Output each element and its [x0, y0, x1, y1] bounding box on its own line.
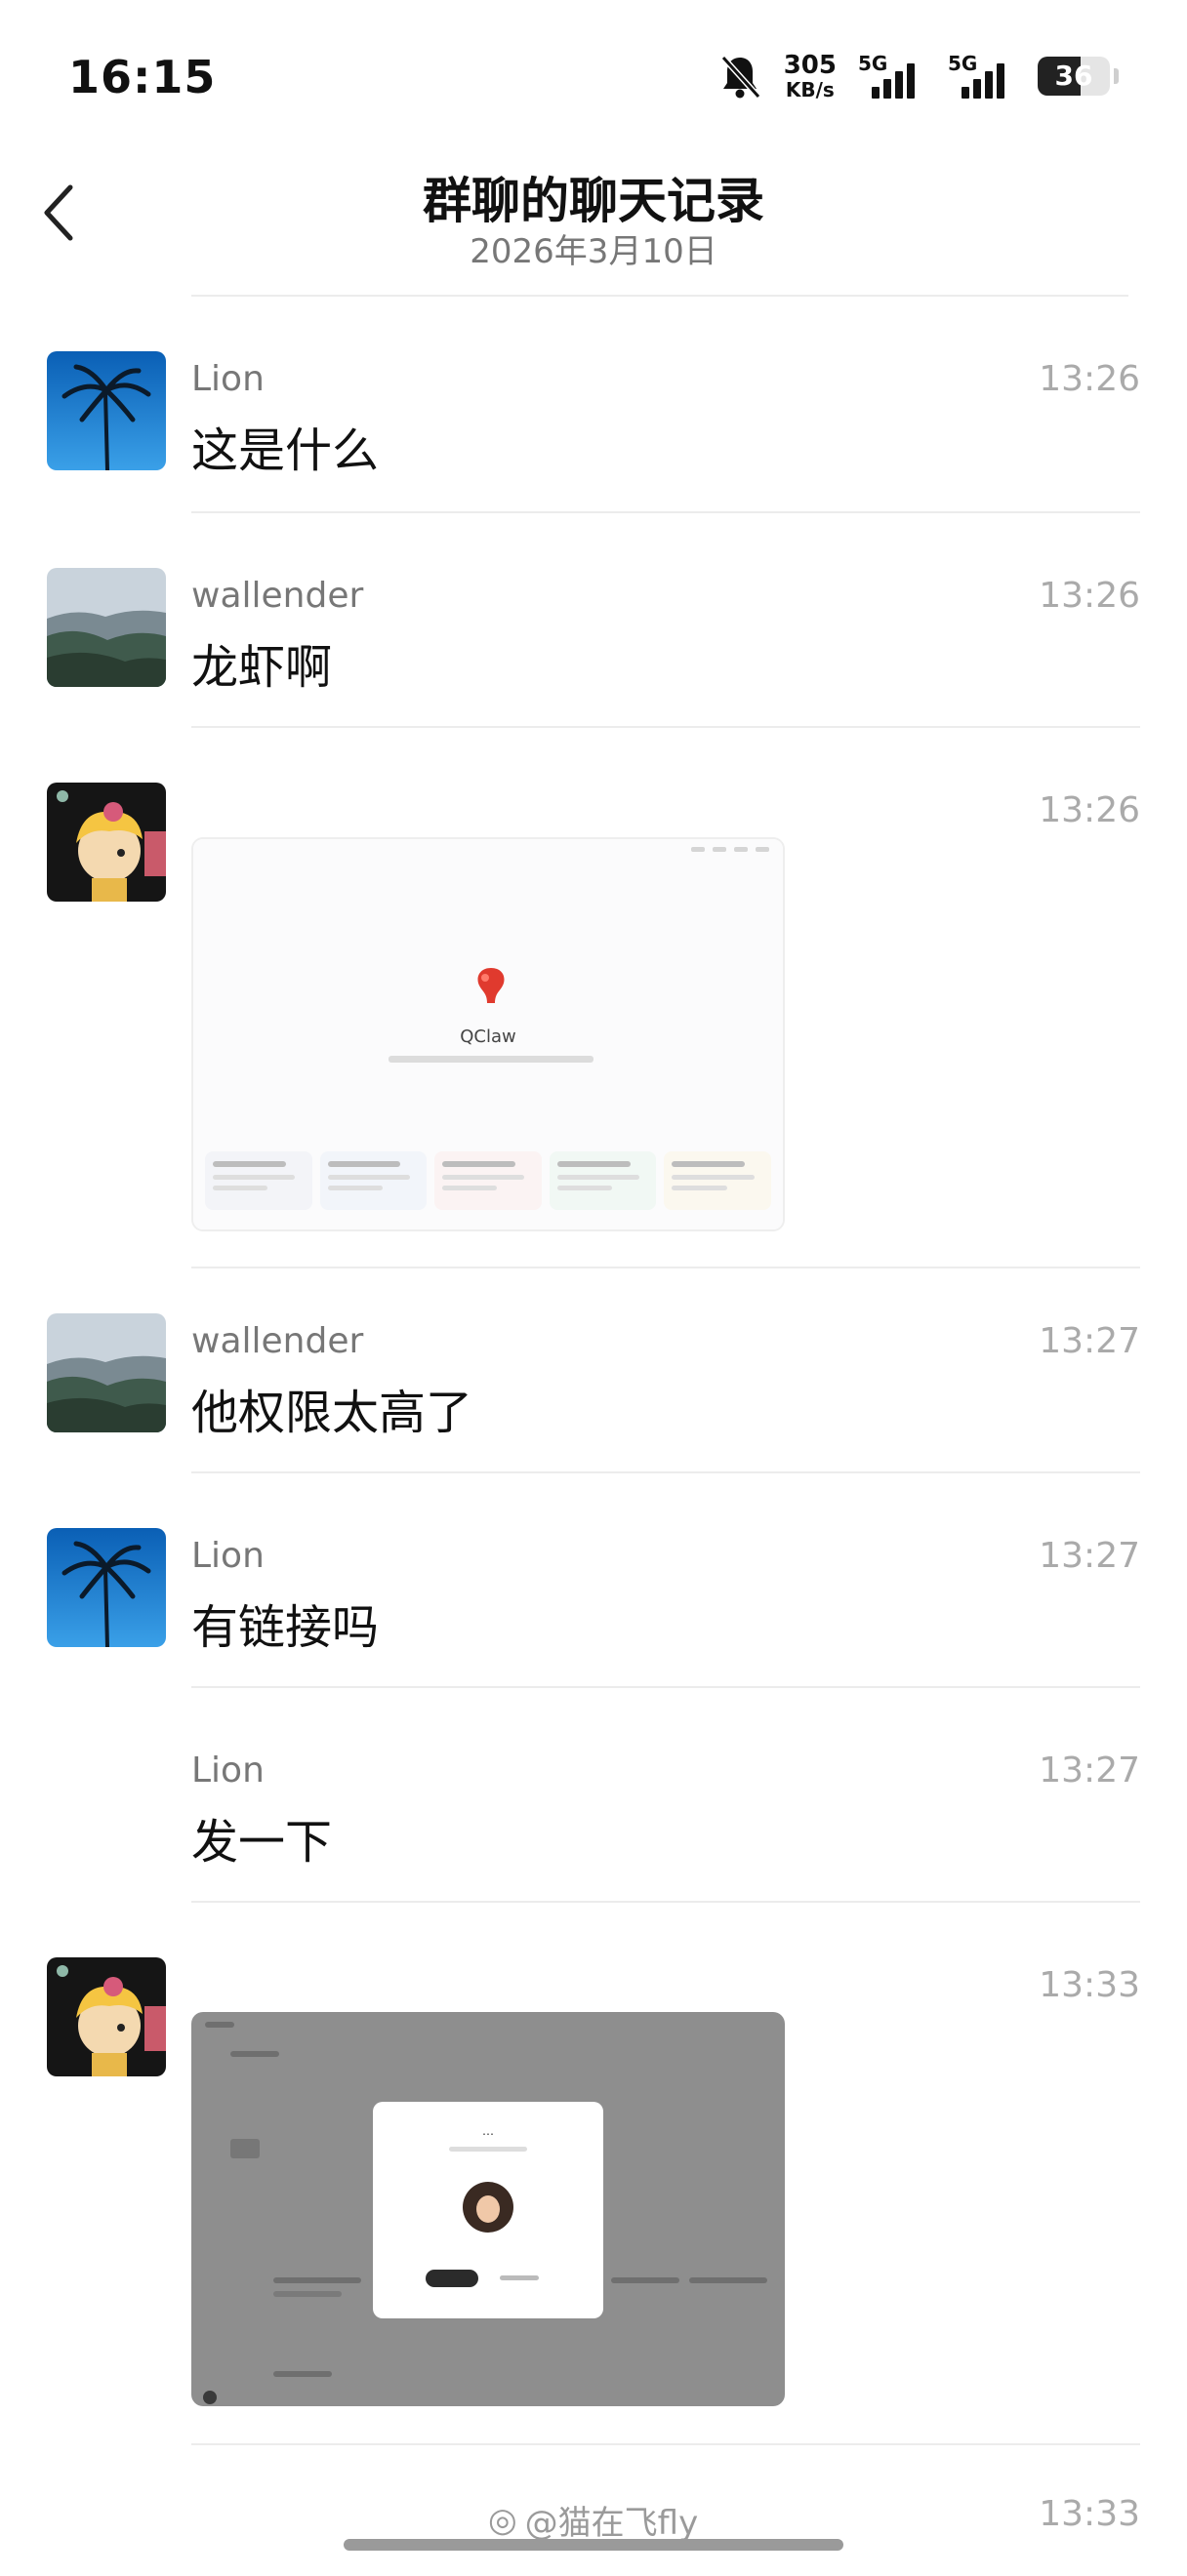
battery-level: 36 — [1054, 60, 1093, 92]
page-header: 群聊的聊天记录 2026年3月10日 — [0, 146, 1187, 293]
status-bar: 16:15 305 KB/s 5G 5G 36 — [0, 0, 1187, 146]
home-indicator[interactable] — [344, 2539, 843, 2551]
window-controls — [691, 847, 769, 852]
watermark: ◎ @猫在飞fly — [488, 2496, 698, 2544]
avatar-mountain[interactable] — [47, 1313, 166, 1432]
sender-name: wallender — [191, 1321, 364, 1361]
battery-icon: 36 — [1038, 57, 1110, 96]
message-text: 龙虾啊 — [191, 640, 333, 695]
message-divider — [191, 1267, 1140, 1268]
chat-history-screen: 16:15 305 KB/s 5G 5G 36 群聊的聊天记录 2026年3月1… — [0, 0, 1187, 2576]
network-speed-unit: KB/s — [785, 78, 835, 101]
qclaw-card — [664, 1151, 771, 1210]
page-date: 2026年3月10日 — [470, 232, 717, 271]
sender-name: Lion — [191, 1751, 265, 1791]
image-message-dialog[interactable]: ⋯ — [191, 2012, 785, 2406]
message-time: 13:26 — [1039, 576, 1140, 616]
weibo-icon: ◎ — [488, 2500, 517, 2540]
dialog-button — [426, 2270, 478, 2287]
message-text: 这是什么 — [191, 423, 380, 478]
dialog-preview: ⋯ — [373, 2102, 603, 2318]
qclaw-card — [319, 1151, 428, 1210]
dialog-avatar — [463, 2182, 513, 2233]
avatar-cartoon-boy[interactable] — [47, 1957, 166, 2076]
sender-name: Lion — [191, 1536, 265, 1576]
message-divider — [191, 1686, 1140, 1688]
qclaw-card — [434, 1151, 542, 1210]
avatar-palm-tree[interactable] — [47, 1528, 166, 1647]
watermark-text: @猫在飞fly — [524, 2504, 699, 2543]
qclaw-logo-icon — [477, 968, 505, 1003]
signal-5g-icon-2: 5G — [948, 52, 1016, 101]
qclaw-app-name: QClaw — [460, 1026, 516, 1047]
message-time: 13:26 — [1039, 790, 1140, 830]
message-divider — [191, 1471, 1140, 1473]
message-time: 13:26 — [1039, 359, 1140, 399]
header-divider — [191, 295, 1128, 297]
message-divider — [191, 511, 1140, 513]
qclaw-description — [389, 1056, 594, 1063]
qclaw-card — [205, 1151, 312, 1210]
message-divider — [191, 726, 1140, 728]
page-title: 群聊的聊天记录 — [423, 173, 764, 229]
message-time: 13:27 — [1039, 1321, 1140, 1361]
message-divider — [191, 1901, 1140, 1903]
battery-cap — [1114, 68, 1119, 84]
message-divider — [191, 2443, 1140, 2445]
avatar-palm-tree[interactable] — [47, 351, 166, 470]
network-speed: 305 KB/s — [784, 53, 837, 100]
qclaw-card — [549, 1151, 657, 1210]
message-time: 13:33 — [1039, 2494, 1140, 2534]
message-time: 13:27 — [1039, 1536, 1140, 1576]
network-speed-value: 305 — [783, 51, 837, 80]
status-time: 16:15 — [68, 51, 217, 103]
avatar-cartoon-boy[interactable] — [47, 783, 166, 902]
message-text: 发一下 — [191, 1815, 333, 1870]
qclaw-cards — [205, 1151, 771, 1210]
message-time: 13:33 — [1039, 1965, 1140, 2005]
dialog-title: ⋯ — [482, 2127, 494, 2141]
message-text: 有链接吗 — [191, 1600, 380, 1655]
bell-off-icon — [717, 52, 762, 101]
avatar-mountain[interactable] — [47, 568, 166, 687]
image-message-qclaw[interactable]: QClaw — [191, 837, 785, 1231]
sender-name: Lion — [191, 359, 265, 399]
signal-5g-icon-1: 5G — [858, 52, 926, 101]
sender-name: wallender — [191, 576, 364, 616]
message-time: 13:27 — [1039, 1751, 1140, 1791]
status-icons: 305 KB/s 5G 5G 36 — [717, 49, 1119, 103]
message-text: 他权限太高了 — [191, 1386, 473, 1440]
